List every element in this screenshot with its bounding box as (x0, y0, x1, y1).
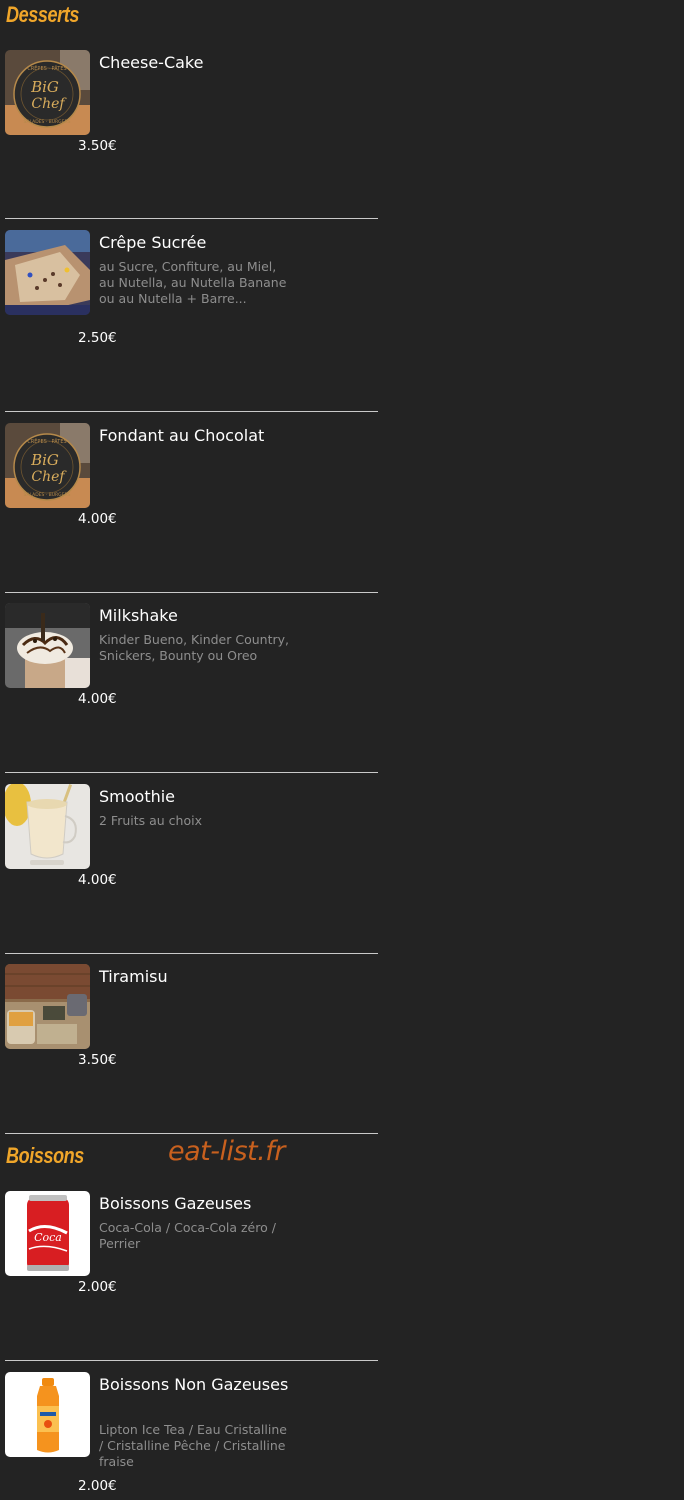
item-name: Boissons Non Gazeuses (99, 1375, 289, 1394)
logo-big-text: BiG (30, 451, 59, 469)
section-title-desserts: Desserts (6, 2, 79, 27)
item-name: Tiramisu (99, 967, 168, 986)
item-name: Milkshake (99, 606, 178, 625)
smoothie-image (5, 784, 90, 869)
divider (5, 1133, 378, 1134)
big-chef-logo-image: BiG Chef CRÊPES · PÂTES SALADES · BURGER… (5, 423, 90, 508)
item-description: 2 Fruits au choix (99, 813, 202, 828)
item-price: 2.00€ (78, 1279, 117, 1295)
menu-item-crepe-sucree[interactable]: Crêpe Sucrée au Sucre, Confiture, au Mie… (0, 230, 380, 350)
divider (5, 1360, 378, 1361)
logo-big-text: BiG (30, 78, 59, 96)
divider (5, 411, 378, 412)
item-price: 4.00€ (78, 691, 117, 707)
item-description: Kinder Bueno, Kinder Country, Snickers, … (99, 632, 289, 663)
menu-item-cheese-cake[interactable]: BiG Chef CRÊPES · PÂTES SALADES · BURGER… (0, 50, 380, 160)
menu-item-boissons-gazeuses[interactable]: Coca Boissons Gazeuses Coca-Cola / Coca-… (0, 1191, 380, 1301)
menu-item-smoothie[interactable]: Smoothie 2 Fruits au choix 4.00€ (0, 784, 380, 894)
item-description: au Sucre, Confiture, au Miel, au Nutella… (99, 259, 287, 306)
item-description: Lipton Ice Tea / Eau Cristalline / Crist… (99, 1422, 287, 1469)
item-name: Boissons Gazeuses (99, 1194, 252, 1213)
logo-ring-bottom-text: SALADES · BURGERS (24, 119, 71, 125)
item-price: 2.00€ (78, 1478, 117, 1494)
logo-chef-text: Chef (31, 469, 67, 485)
coca-cola-can-image: Coca (5, 1191, 90, 1276)
svg-text:Coca: Coca (34, 1231, 62, 1244)
divider (5, 592, 378, 593)
logo-ring-top-text: CRÊPES · PÂTES (27, 437, 66, 445)
item-price: 3.50€ (78, 1052, 117, 1068)
section-title-boissons: Boissons (6, 1143, 84, 1168)
logo-ring-top-text: CRÊPES · PÂTES (27, 64, 66, 72)
logo-ring-bottom-text: SALADES · BURGERS (24, 492, 71, 498)
menu-item-tiramisu[interactable]: Tiramisu 3.50€ (0, 964, 380, 1074)
item-name: Crêpe Sucrée (99, 233, 207, 252)
item-price: 4.00€ (78, 511, 117, 527)
menu-item-boissons-non-gazeuses[interactable]: Boissons Non Gazeuses Lipton Ice Tea / E… (0, 1372, 380, 1497)
item-price: 4.00€ (78, 872, 117, 888)
crepe-image (5, 230, 90, 315)
watermark: eat-list.fr (168, 1136, 285, 1167)
item-name: Smoothie (99, 787, 176, 806)
divider (5, 772, 378, 773)
item-name: Fondant au Chocolat (99, 426, 265, 445)
item-price: 3.50€ (78, 138, 117, 154)
item-description: Coca-Cola / Coca-Cola zéro / Perrier (99, 1220, 276, 1251)
milkshake-image (5, 603, 90, 688)
logo-chef-text: Chef (31, 96, 67, 112)
big-chef-logo-image: BiG Chef CRÊPES · PÂTES SALADES · BURGER… (5, 50, 90, 135)
item-price: 2.50€ (78, 330, 117, 346)
divider (5, 953, 378, 954)
orange-bottle-image (5, 1372, 90, 1457)
menu-item-fondant-au-chocolat[interactable]: BiG Chef CRÊPES · PÂTES SALADES · BURGER… (0, 423, 380, 533)
menu-item-milkshake[interactable]: Milkshake Kinder Bueno, Kinder Country, … (0, 603, 380, 713)
item-name: Cheese-Cake (99, 53, 204, 72)
divider (5, 218, 378, 219)
tiramisu-image (5, 964, 90, 1049)
